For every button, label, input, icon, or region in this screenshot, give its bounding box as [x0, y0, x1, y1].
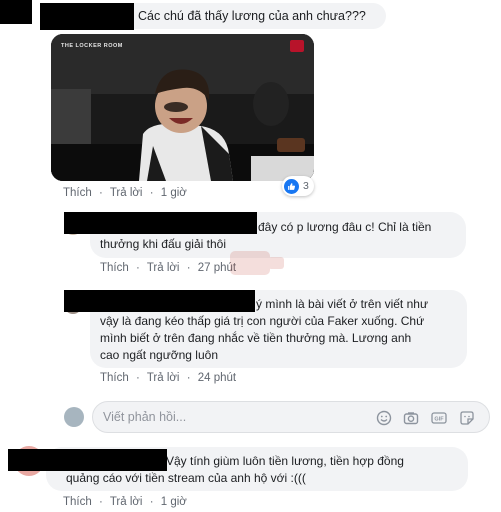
like-icon	[284, 178, 299, 194]
comment-3-actions: Thích · Trả lời · 24 phút	[100, 372, 236, 384]
timestamp[interactable]: 24 phút	[198, 372, 236, 384]
redacted-author-name	[8, 449, 167, 471]
video-title: THE LOCKER ROOM	[61, 43, 123, 49]
separator: ·	[186, 372, 191, 384]
comment-1-text: Các chú đã thấy lương của anh chưa???	[138, 9, 366, 23]
svg-text:GIF: GIF	[434, 417, 444, 423]
emoji-icon[interactable]	[376, 410, 392, 426]
timestamp[interactable]: 1 giờ	[161, 187, 187, 199]
comment-2-line-1: đây có p lương đâu c! Chỉ là tiền	[258, 220, 432, 234]
reply-input[interactable]	[103, 408, 353, 426]
channel-logo	[290, 40, 304, 52]
comment-3-line-2: vậy là đang kéo thấp giá trị con người c…	[100, 314, 425, 328]
watermark-logo	[230, 251, 284, 275]
comment-3-line-1: ý mình là bài viết ở trên viết như	[256, 297, 428, 311]
redacted-author-name	[64, 212, 257, 234]
like-link[interactable]: Thích	[63, 496, 92, 508]
separator: ·	[149, 496, 154, 508]
gif-icon[interactable]: GIF	[431, 410, 447, 426]
separator: ·	[149, 187, 154, 199]
comment-2-line-2: thưởng khi đấu giải thôi	[100, 237, 226, 251]
like-link[interactable]: Thích	[63, 187, 92, 199]
separator: ·	[98, 187, 103, 199]
redacted-avatar	[0, 0, 32, 24]
timestamp[interactable]: 1 giờ	[161, 496, 187, 508]
separator: ·	[135, 372, 140, 384]
current-user-avatar	[64, 407, 84, 427]
comment-4-actions: Thích · Trả lời · 1 giờ	[63, 496, 187, 508]
reaction-count: 3	[303, 180, 309, 192]
reply-link[interactable]: Trả lời	[110, 187, 143, 199]
reaction-summary[interactable]: 3	[282, 176, 314, 196]
reply-link[interactable]: Trả lời	[147, 372, 180, 384]
comment-3-line-4: cao ngất ngưỡng luôn	[100, 348, 218, 362]
like-link[interactable]: Thích	[100, 372, 129, 384]
comment-4-line-1: Vậy tính giùm luôn tiền lương, tiền hợp …	[166, 454, 404, 468]
separator: ·	[98, 496, 103, 508]
comment-2-actions: Thích · Trả lời · 27 phút	[100, 262, 236, 274]
reply-box[interactable]: GIF	[92, 401, 490, 433]
redacted-author-name	[64, 290, 255, 312]
comment-3-line-3: mình biết ở trên đang nhắc về tiền thưởn…	[100, 331, 412, 345]
video-scene	[51, 34, 314, 181]
video-thumbnail[interactable]: THE LOCKER ROOM	[51, 34, 314, 181]
sticker-icon[interactable]	[459, 410, 475, 426]
comment-4-line-2: quảng cáo với tiền stream của anh hộ với…	[66, 471, 306, 485]
reply-link[interactable]: Trả lời	[147, 262, 180, 274]
like-link[interactable]: Thích	[100, 262, 129, 274]
comment-1-actions: Thích · Trả lời · 1 giờ	[63, 187, 187, 199]
separator: ·	[186, 262, 191, 274]
separator: ·	[135, 262, 140, 274]
redacted-author-name	[40, 3, 134, 30]
reply-link[interactable]: Trả lời	[110, 496, 143, 508]
camera-icon[interactable]	[403, 410, 419, 426]
